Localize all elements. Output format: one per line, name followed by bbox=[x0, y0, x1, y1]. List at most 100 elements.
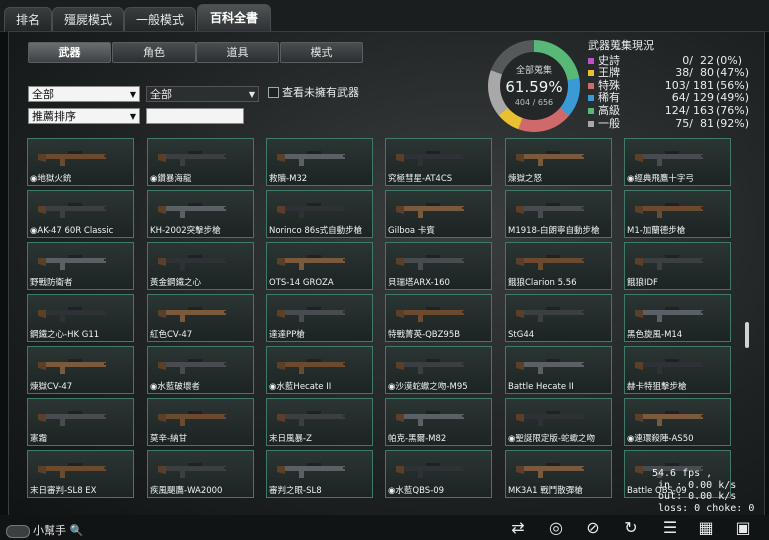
weapon-name: 煉獄CV-47 bbox=[30, 382, 73, 392]
weapon-card[interactable]: M1918-白朗寧自動步槍 bbox=[505, 190, 612, 238]
weapon-name: StG44 bbox=[508, 330, 535, 340]
tab-normal-mode[interactable]: 一般模式 bbox=[124, 7, 196, 32]
weapon-card[interactable]: ◉水藍破壞者 bbox=[147, 346, 254, 394]
refresh-icon[interactable]: ↻ bbox=[621, 518, 641, 538]
show-unowned-label[interactable]: 查看未擁有武器 bbox=[282, 84, 359, 100]
weapon-name: 帕克-黑爾-M82 bbox=[388, 434, 447, 444]
weapon-name: 特戰菁英-QBZ95B bbox=[388, 330, 461, 340]
weapon-card[interactable]: 煉獄之怒 bbox=[505, 138, 612, 186]
weapon-card[interactable]: ◉鑽暴海龍 bbox=[147, 138, 254, 186]
weapon-name: 餓狼Clarion 5.56 bbox=[508, 278, 577, 288]
weapon-card[interactable]: 疾風颶鷹-WA2000 bbox=[147, 450, 254, 498]
weapon-card[interactable]: 莫辛-納甘 bbox=[147, 398, 254, 446]
weapon-image bbox=[38, 307, 122, 322]
weapon-card[interactable]: 究極彗星-AT4CS bbox=[385, 138, 492, 186]
checklist-icon[interactable]: ☰ bbox=[660, 518, 680, 538]
subcategory-select[interactable]: 全部 ▼ bbox=[146, 86, 259, 102]
scrollbar-thumb[interactable] bbox=[745, 322, 749, 348]
chevron-down-icon: ▼ bbox=[129, 112, 136, 121]
weapon-card[interactable]: 野戰防衛者 bbox=[27, 242, 134, 290]
compass-icon[interactable]: ◎ bbox=[546, 518, 566, 538]
weapon-image bbox=[158, 359, 242, 374]
weapon-card[interactable]: 審判之眼-SL8 bbox=[266, 450, 373, 498]
weapon-card[interactable]: KH-2002突擊步槍 bbox=[147, 190, 254, 238]
rarity-percent: (76%) bbox=[716, 103, 750, 117]
toggle-icon[interactable] bbox=[6, 524, 30, 538]
tab-encyclopedia[interactable]: 百科全書 bbox=[197, 4, 271, 32]
weapon-card[interactable]: 憲霜 bbox=[27, 398, 134, 446]
weapon-card[interactable]: 餓狼Clarion 5.56 bbox=[505, 242, 612, 290]
category-select[interactable]: 全部 ▼ bbox=[28, 86, 140, 102]
weapon-name: 赫卡特狙擊步槍 bbox=[627, 382, 687, 392]
weapon-name: 救贖-M32 bbox=[269, 174, 308, 184]
weapon-card[interactable]: 救贖-M32 bbox=[266, 138, 373, 186]
weapon-image bbox=[516, 411, 600, 426]
weapon-image bbox=[396, 359, 480, 374]
weapon-card[interactable]: StG44 bbox=[505, 294, 612, 342]
weapon-card[interactable]: ◉沙漠蛇蠍之吻-M95 bbox=[385, 346, 492, 394]
weapon-card[interactable]: 帕克-黑爾-M82 bbox=[385, 398, 492, 446]
subtab-characters[interactable]: 角色 bbox=[112, 42, 196, 63]
weapon-card[interactable]: M1-加蘭德步槍 bbox=[624, 190, 731, 238]
runner-icon[interactable]: ⊘ bbox=[583, 518, 603, 538]
weapon-card[interactable]: 煉獄CV-47 bbox=[27, 346, 134, 394]
weapon-image bbox=[277, 463, 361, 478]
weapon-card[interactable]: ◉地獄火銃 bbox=[27, 138, 134, 186]
weapon-card[interactable]: Battle Hecate II bbox=[505, 346, 612, 394]
search-input[interactable] bbox=[146, 108, 244, 124]
weapon-card[interactable]: Gilboa 卡賓 bbox=[385, 190, 492, 238]
subcategory-select-value: 全部 bbox=[150, 88, 172, 101]
weapon-card[interactable]: ◉水藍QBS-09 bbox=[385, 450, 492, 498]
weapon-card[interactable]: 鋼鐵之心-HK G11 bbox=[27, 294, 134, 342]
weapon-image bbox=[516, 463, 600, 478]
weapon-card[interactable]: 貝瑞塔ARX-160 bbox=[385, 242, 492, 290]
search-icon[interactable]: 🔍 bbox=[70, 524, 84, 537]
show-unowned-checkbox[interactable] bbox=[268, 87, 279, 98]
calendar-icon[interactable]: ▦ bbox=[696, 518, 716, 538]
weapon-image bbox=[158, 151, 242, 166]
weapon-image bbox=[396, 255, 480, 270]
weapon-name: ◉水藍QBS-09 bbox=[388, 486, 445, 496]
subtab-items[interactable]: 道具 bbox=[196, 42, 279, 63]
film-icon[interactable]: ▣ bbox=[733, 518, 753, 538]
weapon-card[interactable]: MK3A1 戰鬥散彈槍 bbox=[505, 450, 612, 498]
weapon-image bbox=[516, 151, 600, 166]
weapon-card[interactable]: 特戰菁英-QBZ95B bbox=[385, 294, 492, 342]
weapon-card[interactable]: ◉連環殺陣-AS50 bbox=[624, 398, 731, 446]
helper-toggle[interactable]: 小幫手 🔍 bbox=[6, 522, 83, 538]
weapon-name: 末日風暴-Z bbox=[269, 434, 312, 444]
subtab-weapons[interactable]: 武器 bbox=[28, 42, 111, 63]
weapon-name: 鋼鐵之心-HK G11 bbox=[30, 330, 100, 340]
weapon-card[interactable]: ◉AK-47 60R Classic bbox=[27, 190, 134, 238]
tab-ranking[interactable]: 排名 bbox=[4, 7, 52, 32]
weapon-image bbox=[158, 307, 242, 322]
weapon-image bbox=[158, 463, 242, 478]
weapon-card[interactable]: 黑色旋風-M14 bbox=[624, 294, 731, 342]
weapon-image bbox=[635, 151, 719, 166]
weapon-card[interactable]: 紅色CV-47 bbox=[147, 294, 254, 342]
weapon-card[interactable]: ◉聖誕限定版-蛇蠍之吻 bbox=[505, 398, 612, 446]
network-stats-overlay: 54.6 fps , in : 0.00 k/s out: 0.00 k/s l… bbox=[652, 468, 755, 514]
weapon-name: 究極彗星-AT4CS bbox=[388, 174, 453, 184]
weapon-image bbox=[277, 203, 361, 218]
weapon-card[interactable]: 赫卡特狙擊步槍 bbox=[624, 346, 731, 394]
switch-icon[interactable]: ⇄ bbox=[508, 518, 528, 538]
weapon-card[interactable]: Norinco 86s式自動步槍 bbox=[266, 190, 373, 238]
weapon-card[interactable]: 黃金鋼鐵之心 bbox=[147, 242, 254, 290]
weapon-card[interactable]: ◉經典飛鷹十字弓 bbox=[624, 138, 731, 186]
weapon-card[interactable]: ◉水藍Hecate II bbox=[266, 346, 373, 394]
weapon-image bbox=[277, 255, 361, 270]
weapon-image bbox=[635, 359, 719, 374]
category-select-value: 全部 bbox=[32, 88, 54, 101]
weapon-card[interactable]: 餓狼IDF bbox=[624, 242, 731, 290]
weapon-card[interactable]: 末日風暴-Z bbox=[266, 398, 373, 446]
weapon-name: 末日審判-SL8 EX bbox=[30, 486, 97, 496]
tab-zombie-mode[interactable]: 殭屍模式 bbox=[52, 7, 124, 32]
weapon-name: ◉鑽暴海龍 bbox=[150, 174, 192, 184]
weapon-card[interactable]: 達達PP槍 bbox=[266, 294, 373, 342]
weapon-name: MK3A1 戰鬥散彈槍 bbox=[508, 486, 583, 496]
sort-select[interactable]: 推薦排序 ▼ bbox=[28, 108, 140, 124]
subtab-modes[interactable]: 模式 bbox=[280, 42, 363, 63]
weapon-card[interactable]: 末日審判-SL8 EX bbox=[27, 450, 134, 498]
weapon-card[interactable]: OTS-14 GROZA bbox=[266, 242, 373, 290]
